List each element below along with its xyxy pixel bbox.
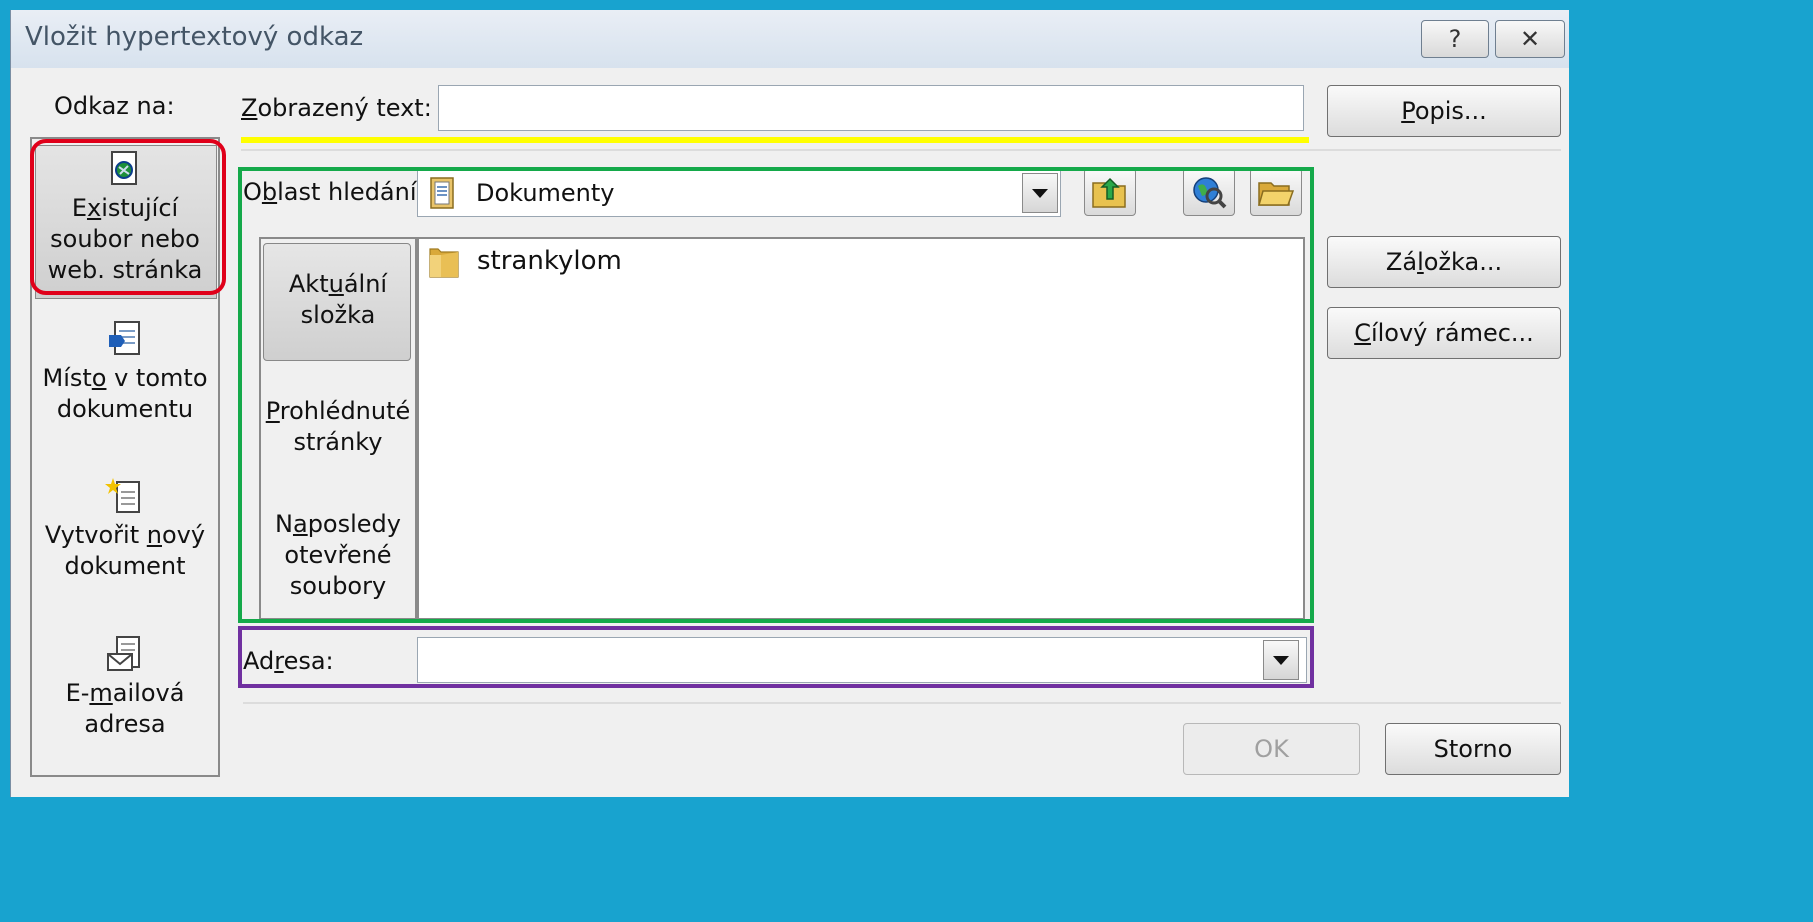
ok-button[interactable]: OK xyxy=(1183,723,1360,775)
bookmark-button-label: Záložka... xyxy=(1385,248,1503,276)
cancel-button[interactable]: Storno xyxy=(1385,723,1561,775)
link-place-in-document-label: Místo v tomto xyxy=(42,364,208,392)
display-text-label: Zobrazený text: xyxy=(241,94,432,122)
yellow-highlight-annotation xyxy=(241,137,1309,143)
purple-highlight-annotation xyxy=(238,626,1314,688)
help-button[interactable]: ? xyxy=(1421,20,1489,58)
close-button[interactable]: ✕ xyxy=(1495,20,1565,58)
display-text-input[interactable] xyxy=(438,85,1304,131)
link-create-new-document-label-line2: dokument xyxy=(64,552,186,580)
place-in-document-icon xyxy=(109,321,140,355)
red-highlight-annotation xyxy=(30,139,226,295)
link-email-address[interactable]: E-mailová adresa xyxy=(32,634,218,740)
link-to-label: Odkaz na: xyxy=(54,92,175,120)
email-address-icon xyxy=(107,636,140,671)
close-icon: ✕ xyxy=(1519,25,1541,53)
screen-tip-button-label: Popis... xyxy=(1401,97,1487,125)
green-highlight-annotation xyxy=(238,167,1314,623)
title-bar: Vložit hypertextový odkaz ? ✕ xyxy=(11,10,1569,68)
target-frame-button-label: Cílový rámec... xyxy=(1354,319,1534,347)
separator-top xyxy=(241,149,1561,151)
dialog-title: Vložit hypertextový odkaz xyxy=(25,22,364,52)
link-place-in-document[interactable]: Místo v tomto dokumentu xyxy=(32,319,218,425)
help-icon: ? xyxy=(1448,25,1462,53)
link-email-address-label: E-mailová xyxy=(65,679,185,707)
link-email-address-label-line2: adresa xyxy=(84,710,166,738)
target-frame-button[interactable]: Cílový rámec... xyxy=(1327,307,1561,359)
separator-bottom xyxy=(243,702,1561,704)
screen-tip-button[interactable]: Popis... xyxy=(1327,85,1561,137)
link-place-in-document-label-line2: dokumentu xyxy=(56,395,194,423)
bookmark-button[interactable]: Záložka... xyxy=(1327,236,1561,288)
insert-hyperlink-dialog: Vložit hypertextový odkaz ? ✕ Odkaz na: … xyxy=(10,10,1569,797)
link-create-new-document-label: Vytvořit nový xyxy=(44,521,206,549)
new-document-icon xyxy=(105,478,140,513)
link-create-new-document[interactable]: Vytvořit nový dokument xyxy=(32,476,218,582)
